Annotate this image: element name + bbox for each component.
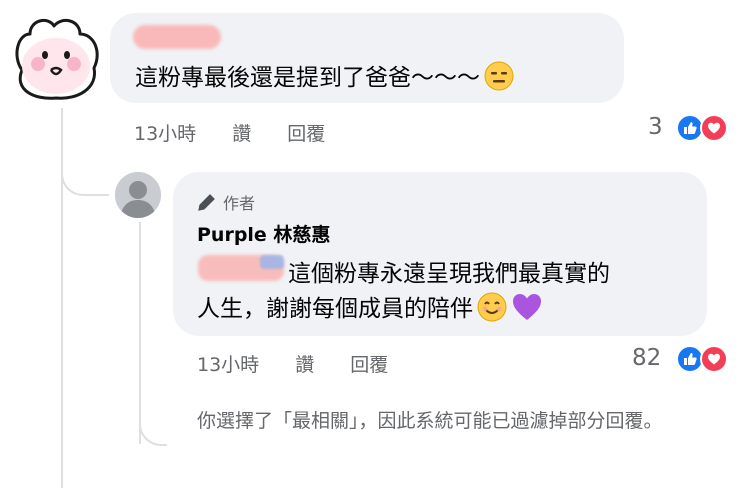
expressionless-emoji-icon bbox=[484, 61, 514, 97]
reply-reply-button[interactable]: 回覆 bbox=[350, 354, 388, 376]
reply-reaction-count[interactable]: 82 bbox=[632, 345, 661, 371]
love-reaction-icon bbox=[700, 345, 728, 373]
comment-text: 這粉專最後還是提到了爸爸～～～ bbox=[135, 58, 514, 97]
default-avatar-icon bbox=[115, 172, 161, 218]
comment-reply-button[interactable]: 回覆 bbox=[287, 123, 325, 145]
pencil-icon bbox=[198, 194, 215, 211]
reply-thread-connector bbox=[139, 400, 167, 446]
filter-notice: 你選擇了「最相關」，因此系統可能已過濾掉部分回覆。 bbox=[197, 410, 663, 432]
comment-actions: 13小時 讚 回覆 bbox=[134, 119, 325, 146]
reply-like-button[interactable]: 讚 bbox=[295, 354, 314, 376]
smiling-emoji-icon bbox=[477, 292, 507, 328]
author-badge-label: 作者 bbox=[223, 194, 256, 213]
reply-text-line2: 人生，謝謝每個成員的陪伴 bbox=[197, 289, 543, 328]
commenter-avatar[interactable] bbox=[8, 12, 104, 104]
love-reaction-icon bbox=[700, 114, 728, 142]
comment-timestamp[interactable]: 13小時 bbox=[134, 123, 196, 145]
reply-timestamp[interactable]: 13小時 bbox=[197, 354, 259, 376]
reply-text-line2-body: 人生，謝謝每個成員的陪伴 bbox=[197, 296, 473, 322]
default-avatar[interactable] bbox=[115, 172, 161, 218]
thread-connector bbox=[61, 150, 109, 196]
reply-author-name[interactable]: Purple 林慈惠 bbox=[197, 220, 330, 247]
author-badge: 作者 bbox=[197, 190, 255, 214]
character-avatar-icon bbox=[15, 18, 99, 100]
reply-reactions[interactable] bbox=[676, 345, 728, 373]
reply-text-line1: 這個粉專永遠呈現我們最真實的 bbox=[288, 261, 610, 287]
comment-like-button[interactable]: 讚 bbox=[232, 123, 251, 145]
redacted-mention-overlay bbox=[260, 255, 284, 269]
comment-reaction-count[interactable]: 3 bbox=[648, 114, 663, 140]
reply-actions: 13小時 讚 回覆 bbox=[197, 350, 388, 377]
redacted-commenter-name bbox=[133, 25, 221, 49]
purple-heart-emoji-icon bbox=[511, 292, 543, 328]
comment-reactions[interactable] bbox=[676, 114, 728, 142]
comment-text-body: 這粉專最後還是提到了爸爸～～～ bbox=[135, 65, 480, 91]
